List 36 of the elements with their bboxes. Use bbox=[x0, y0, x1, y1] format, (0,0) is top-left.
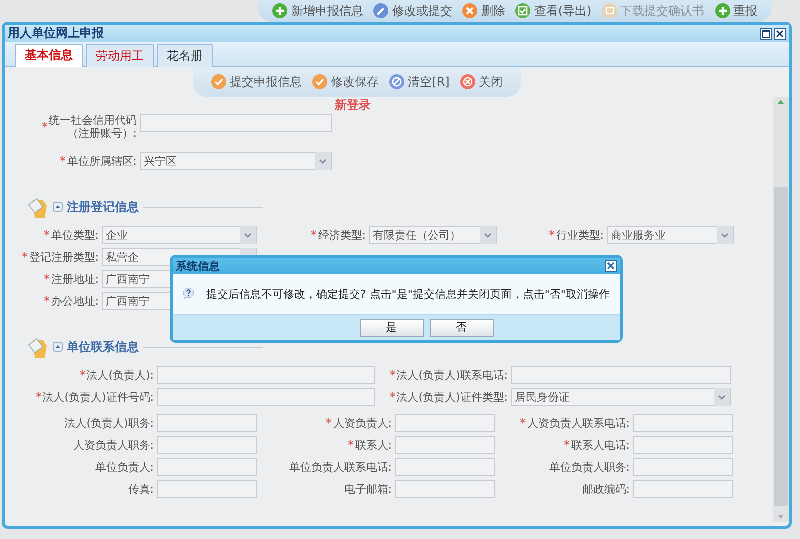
notice-text: 新登录 bbox=[335, 97, 371, 114]
field-label: 单位负责人联系电话: bbox=[289, 460, 392, 474]
field-label: 电子邮箱: bbox=[344, 482, 392, 496]
field-label: 登记注册类型: bbox=[29, 250, 99, 264]
field-label: 注册地址: bbox=[51, 272, 99, 286]
dropdown-value: 企业 bbox=[106, 228, 128, 242]
field-label: 人资负责人职务: bbox=[73, 438, 154, 452]
field-label: 单位所属辖区: bbox=[67, 154, 137, 168]
field-label: 统一社会信用代码 （注册账号）: bbox=[49, 114, 137, 140]
field-label: 邮政编码: bbox=[582, 482, 630, 496]
field-label: 法人(负责人)职务: bbox=[64, 416, 154, 430]
field-label: 人资负责人: bbox=[333, 416, 392, 430]
field-label: 办公地址: bbox=[51, 294, 99, 308]
section-title: 单位联系信息 bbox=[67, 338, 139, 356]
field-label: 法人(负责人): bbox=[86, 368, 154, 382]
dropdown-value: 居民身份证 bbox=[515, 390, 570, 404]
field-label: 行业类型: bbox=[556, 228, 604, 242]
field-label: 单位负责人职务: bbox=[549, 460, 630, 474]
window-title: 用人单位网上申报 bbox=[8, 25, 104, 42]
field-label: 联系人电话: bbox=[571, 438, 630, 452]
field-label: 传真: bbox=[128, 482, 154, 496]
field-label: 法人(负责人)联系电话: bbox=[396, 368, 508, 382]
dialog-message: 提交后信息不可修改，确定提交? 点击"是"提交信息并关闭页面，点击"否"取消操作 bbox=[206, 286, 610, 302]
dialog-title: 系统信息 bbox=[176, 258, 220, 274]
field-label: 联系人: bbox=[355, 438, 392, 452]
dropdown-value: 有限责任（公司） bbox=[373, 228, 461, 242]
section-title: 注册登记信息 bbox=[67, 198, 139, 216]
field-label: 法人(负责人)证件类型: bbox=[396, 390, 508, 404]
field-label: 人资负责人联系电话: bbox=[527, 416, 630, 430]
dropdown-value: 商业服务业 bbox=[611, 228, 666, 242]
field-label: 单位负责人: bbox=[95, 460, 154, 474]
field-label: 经济类型: bbox=[318, 228, 366, 242]
dropdown-value: 兴宁区 bbox=[144, 154, 177, 168]
field-label: 法人(负责人)证件号码: bbox=[42, 390, 154, 404]
dropdown-value: 私营企 bbox=[106, 250, 139, 264]
field-label: 单位类型: bbox=[51, 228, 99, 242]
